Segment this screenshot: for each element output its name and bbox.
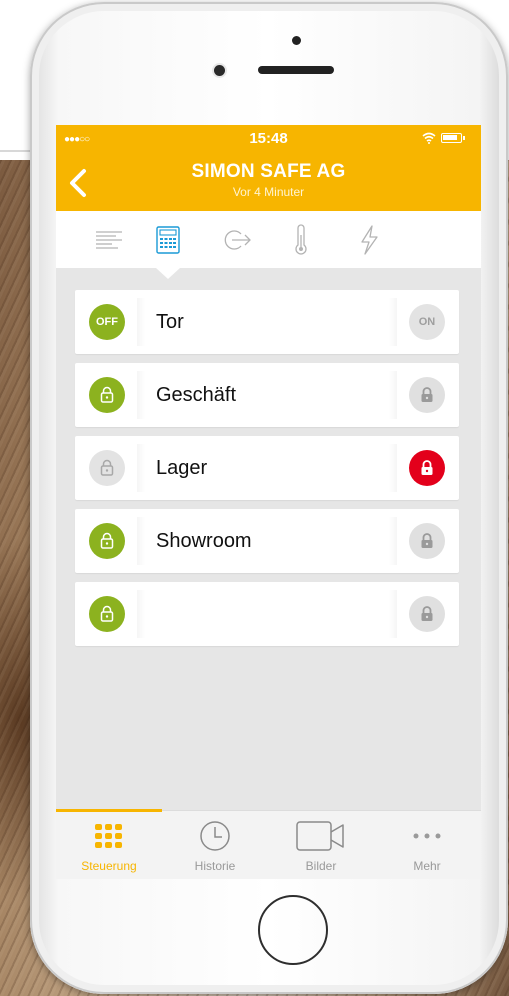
page-title: SIMON SAFE AG bbox=[191, 161, 346, 182]
tab-bilder[interactable]: Bilder bbox=[268, 811, 374, 879]
video-camera-icon bbox=[296, 821, 344, 851]
calculator-keypad-icon bbox=[156, 226, 180, 254]
item-label: Showroom bbox=[156, 530, 252, 552]
lock-button[interactable] bbox=[409, 377, 445, 413]
off-label: OFF bbox=[96, 316, 118, 328]
thermometer-icon bbox=[295, 224, 307, 255]
tab-list[interactable] bbox=[92, 223, 126, 257]
earpiece-speaker bbox=[258, 66, 334, 74]
lock-icon bbox=[421, 387, 433, 402]
bottom-tab-bar: Steuerung Historie Bilder Mehr bbox=[56, 809, 481, 879]
tab-mehr[interactable]: Mehr bbox=[374, 811, 480, 879]
lock-button[interactable] bbox=[409, 596, 445, 632]
unlocked-icon bbox=[100, 459, 114, 476]
unlock-button[interactable] bbox=[89, 450, 125, 486]
item-label: Lager bbox=[156, 457, 208, 479]
tab-power[interactable] bbox=[352, 223, 386, 257]
unlock-button[interactable] bbox=[89, 596, 125, 632]
tab-label: Steuerung bbox=[81, 859, 137, 873]
list-item: Geschäft bbox=[75, 363, 459, 427]
lightning-bolt-icon bbox=[361, 225, 378, 255]
status-bar: ●●●○○ 15:48 bbox=[56, 125, 481, 151]
app-header: ●●●○○ 15:48 SIMON SAFE AG Vor 4 Minuter bbox=[56, 125, 481, 211]
off-button[interactable]: OFF bbox=[89, 304, 125, 340]
list-item bbox=[75, 582, 459, 646]
list-item: Lager bbox=[75, 436, 459, 500]
tab-steuerung[interactable]: Steuerung bbox=[56, 811, 162, 879]
unlocked-icon bbox=[100, 605, 114, 622]
clock-icon bbox=[200, 821, 230, 851]
item-label: Tor bbox=[156, 311, 184, 333]
front-sensor bbox=[292, 36, 301, 45]
on-button[interactable]: ON bbox=[409, 304, 445, 340]
status-time: 15:48 bbox=[249, 130, 288, 147]
list-lines-icon bbox=[96, 231, 122, 249]
wifi-icon bbox=[422, 132, 436, 144]
app-screen: ●●●○○ 15:48 SIMON SAFE AG Vor 4 Minuter bbox=[56, 125, 481, 879]
more-dots-icon bbox=[413, 833, 441, 839]
unlock-button[interactable] bbox=[89, 377, 125, 413]
active-tab-pointer bbox=[156, 268, 180, 279]
on-label: ON bbox=[418, 316, 436, 328]
unlocked-icon bbox=[100, 386, 114, 403]
list-item: Showroom bbox=[75, 509, 459, 573]
lock-icon bbox=[421, 460, 433, 475]
lock-icon bbox=[421, 533, 433, 548]
item-label: Geschäft bbox=[156, 384, 237, 406]
grid-dots-icon bbox=[95, 824, 122, 848]
tab-temperature[interactable] bbox=[284, 223, 318, 257]
tab-label: Mehr bbox=[413, 859, 441, 873]
battery-icon bbox=[441, 133, 465, 143]
category-tabs bbox=[56, 211, 481, 268]
list-item: OFF Tor ON bbox=[75, 290, 459, 354]
tab-exit[interactable] bbox=[219, 223, 253, 257]
lock-icon bbox=[421, 606, 433, 621]
last-updated-text: Vor 4 Minuter bbox=[232, 185, 305, 199]
exit-arrow-icon bbox=[224, 230, 251, 250]
lock-button[interactable] bbox=[409, 523, 445, 559]
unlocked-icon bbox=[100, 532, 114, 549]
tab-label: Historie bbox=[194, 859, 236, 873]
lock-button[interactable] bbox=[409, 450, 445, 486]
tab-keypad[interactable] bbox=[151, 223, 185, 257]
unlock-button[interactable] bbox=[89, 523, 125, 559]
front-camera bbox=[214, 65, 225, 76]
tab-label: Bilder bbox=[305, 859, 337, 873]
control-list: OFF Tor ON Geschäft Lager Showroom bbox=[75, 290, 459, 655]
home-button[interactable] bbox=[258, 895, 328, 965]
tab-historie[interactable]: Historie bbox=[162, 811, 268, 879]
